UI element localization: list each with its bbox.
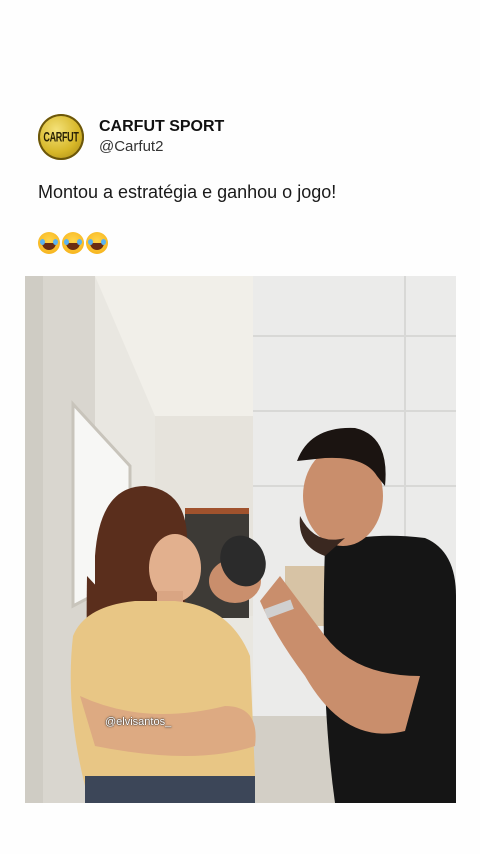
post-text: Montou a estratégia e ganhou o jogo! — [38, 182, 337, 202]
post-header: CARFUT CARFUT SPORT @Carfut2 — [38, 114, 224, 160]
tears-of-joy-emoji-icon — [86, 232, 108, 254]
video-watermark: @elvisantos_ — [105, 716, 172, 728]
post-video[interactable]: @elvisantos_ — [25, 276, 456, 803]
avatar[interactable]: CARFUT — [38, 114, 84, 160]
author-handle[interactable]: @Carfut2 — [99, 137, 224, 157]
author-names: CARFUT SPORT @Carfut2 — [99, 117, 224, 157]
tears-of-joy-emoji-icon — [62, 232, 84, 254]
author-display-name[interactable]: CARFUT SPORT — [99, 117, 224, 137]
avatar-logo-text: CARFUT — [43, 129, 79, 145]
emoji-row — [38, 232, 108, 254]
video-frame-illustration — [25, 276, 456, 803]
tears-of-joy-emoji-icon — [38, 232, 60, 254]
post-page: CARFUT CARFUT SPORT @Carfut2 Montou a es… — [0, 0, 480, 854]
